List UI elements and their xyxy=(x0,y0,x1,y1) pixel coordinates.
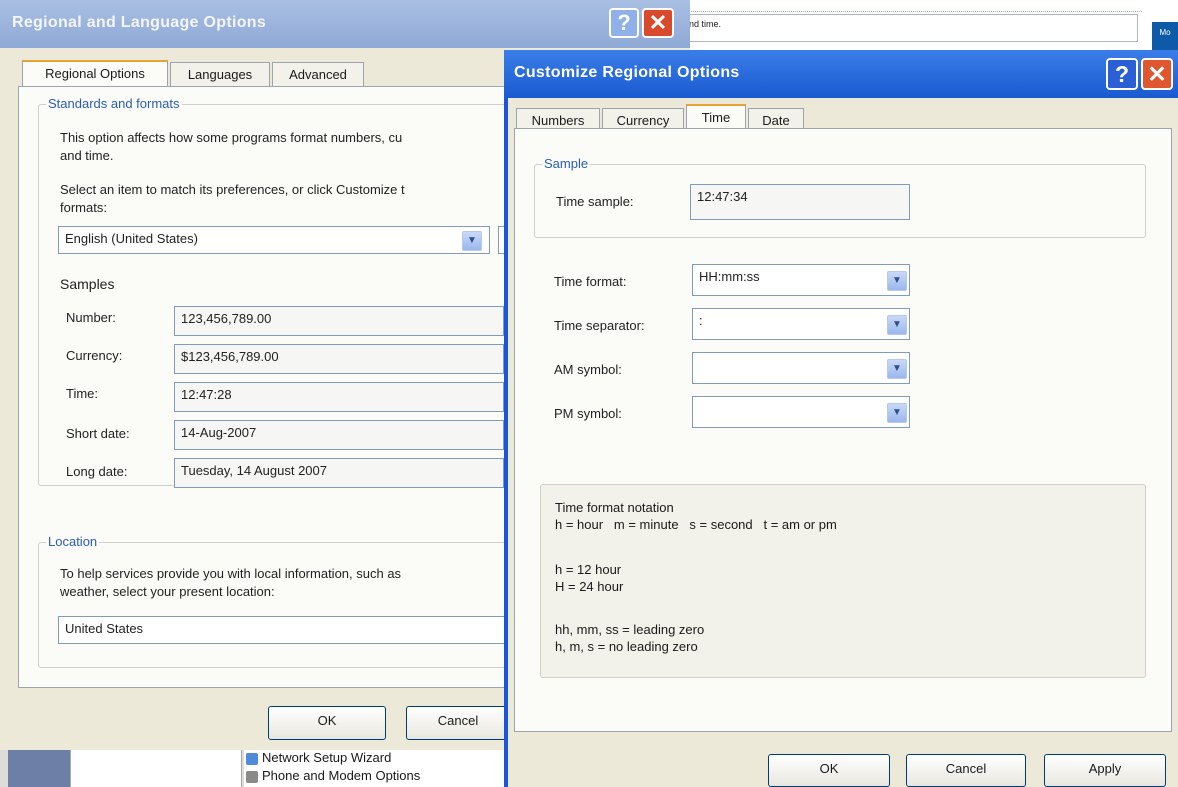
location-group xyxy=(38,542,508,668)
sample-time-label: Time: xyxy=(66,386,99,401)
regional-window-titlebar[interactable]: Regional and Language Options xyxy=(0,0,690,48)
location-group-label: Location xyxy=(46,534,100,549)
sample-number-value: 123,456,789.00 xyxy=(174,306,504,336)
tab-languages[interactable]: Languages xyxy=(170,62,270,88)
background-edge-button[interactable]: Mo xyxy=(1152,22,1178,52)
ok-button[interactable]: OK xyxy=(768,754,890,787)
control-panel-pane xyxy=(70,750,242,787)
sample-long-date-label: Long date: xyxy=(66,464,128,479)
select-description-line1: Select an item to match its preferences,… xyxy=(60,182,405,197)
close-icon[interactable]: ✕ xyxy=(642,8,674,38)
notation-no-leading-zero: h, m, s = no leading zero xyxy=(555,639,698,654)
location-select-value: United States xyxy=(65,621,144,636)
control-panel-item[interactable]: Network Setup Wizard xyxy=(244,750,504,768)
cancel-button[interactable]: Cancel xyxy=(406,706,510,740)
chevron-down-icon[interactable]: ▼ xyxy=(887,271,907,291)
locale-select-value: English (United States) xyxy=(65,231,198,246)
notation-24-hour: H = 24 hour xyxy=(555,579,624,594)
chevron-down-icon[interactable]: ▼ xyxy=(887,359,907,379)
control-panel-item[interactable]: Phone and Modem Options xyxy=(244,768,504,786)
notation-12-hour: h = 12 hour xyxy=(555,562,622,577)
sample-number-label: Number: xyxy=(66,310,116,325)
ok-button[interactable]: OK xyxy=(268,706,386,740)
apply-button[interactable]: Apply xyxy=(1044,754,1166,787)
notation-heading: Time format notation xyxy=(555,500,674,515)
am-symbol-select[interactable] xyxy=(692,352,910,384)
phone-modem-icon xyxy=(246,771,258,783)
help-icon[interactable]: ? xyxy=(609,8,639,38)
network-wizard-icon xyxy=(246,753,258,765)
control-panel-list: Network Setup Wizard Phone and Modem Opt… xyxy=(244,750,504,787)
help-icon[interactable]: ? xyxy=(1106,58,1138,90)
am-symbol-label: AM symbol: xyxy=(554,362,622,377)
notation-leading-zero: hh, mm, ss = leading zero xyxy=(555,622,705,637)
time-format-label: Time format: xyxy=(554,274,627,289)
notation-legend: h = hour m = minute s = second t = am or… xyxy=(555,517,837,532)
time-sample-label: Time sample: xyxy=(556,194,634,209)
chevron-down-icon[interactable]: ▼ xyxy=(462,231,482,251)
tab-regional-options[interactable]: Regional Options xyxy=(22,60,168,88)
samples-label: Samples xyxy=(60,276,115,292)
time-format-value: HH:mm:ss xyxy=(699,269,760,284)
location-description-line1: To help services provide you with local … xyxy=(60,566,402,581)
select-description-line2: formats: xyxy=(60,200,107,215)
pm-symbol-label: PM symbol: xyxy=(554,406,622,421)
customize-window-title: Customize Regional Options xyxy=(514,64,740,81)
sample-group-label: Sample xyxy=(542,156,591,171)
location-select[interactable]: United States xyxy=(58,616,508,644)
time-separator-select[interactable]: : xyxy=(692,308,910,340)
tab-advanced[interactable]: Advanced xyxy=(272,62,364,88)
sample-short-date-label: Short date: xyxy=(66,426,130,441)
sample-currency-label: Currency: xyxy=(66,348,123,363)
sample-currency-value: $123,456,789.00 xyxy=(174,344,504,374)
control-panel-sidebar xyxy=(8,750,70,787)
time-format-notation-box: Time format notation h = hour m = minute… xyxy=(540,484,1146,678)
standards-description-line2: and time. xyxy=(60,148,114,163)
time-sample-value: 12:47:34 xyxy=(690,184,910,220)
standards-description-line1: This option affects how some programs fo… xyxy=(60,130,403,145)
standards-group-label: Standards and formats xyxy=(46,96,182,111)
sample-time-value: 12:47:28 xyxy=(174,382,504,412)
close-icon[interactable]: ✕ xyxy=(1141,58,1173,90)
control-panel-item-label: Network Setup Wizard xyxy=(262,750,392,765)
chevron-down-icon[interactable]: ▼ xyxy=(887,315,907,335)
locale-select[interactable]: English (United States) xyxy=(58,226,490,254)
regional-window-title: Regional and Language Options xyxy=(12,14,267,31)
sample-short-date-value: 14-Aug-2007 xyxy=(174,420,504,450)
pm-symbol-select[interactable] xyxy=(692,396,910,428)
cancel-button[interactable]: Cancel xyxy=(906,754,1026,787)
background-textbox: nd time. xyxy=(682,14,1138,42)
chevron-down-icon[interactable]: ▼ xyxy=(887,403,907,423)
sample-long-date-value: Tuesday, 14 August 2007 xyxy=(174,458,504,488)
time-separator-value: : xyxy=(699,313,703,328)
time-format-select[interactable]: HH:mm:ss xyxy=(692,264,910,296)
time-separator-label: Time separator: xyxy=(554,318,645,333)
customize-window-titlebar[interactable]: Customize Regional Options xyxy=(504,50,1178,98)
location-description-line2: weather, select your present location: xyxy=(60,584,275,599)
control-panel-item-label: Phone and Modem Options xyxy=(262,768,421,783)
background-ruler xyxy=(682,0,1142,12)
